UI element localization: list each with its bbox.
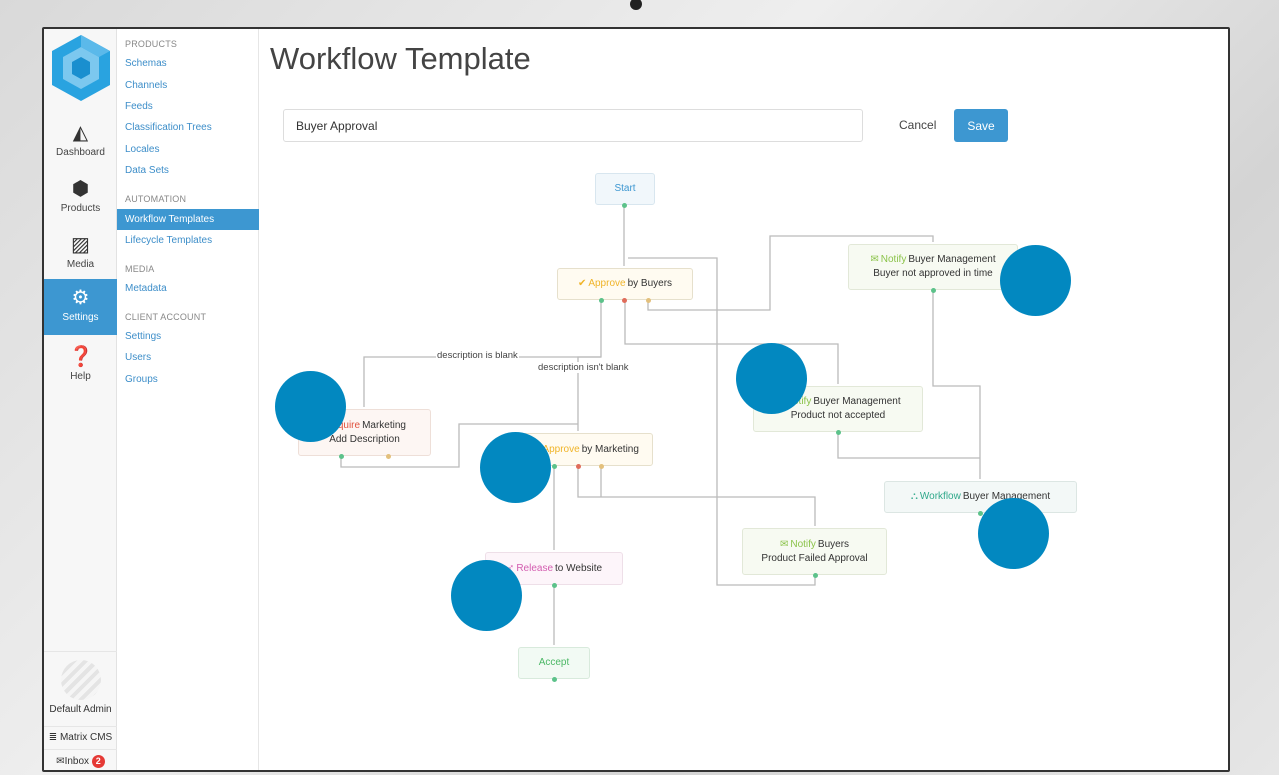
port-require-ok[interactable] bbox=[339, 454, 344, 459]
overlay-circle bbox=[978, 498, 1049, 569]
node-workflow-buyer-mgmt[interactable]: ⛬ Workflow Buyer Management bbox=[884, 481, 1077, 513]
sitemap-icon: ⛬ bbox=[910, 491, 918, 502]
port-approve-buyers-reject[interactable] bbox=[622, 298, 627, 303]
check-icon: ✔ bbox=[577, 278, 587, 289]
overlay-circle bbox=[275, 371, 346, 442]
port-approve-marketing-ok[interactable] bbox=[552, 464, 557, 469]
port-approve-buyers-ok[interactable] bbox=[599, 298, 604, 303]
port-start-out[interactable] bbox=[622, 203, 627, 208]
overlay-circle bbox=[736, 343, 807, 414]
port-notify-time-out[interactable] bbox=[931, 288, 936, 293]
edge-notaccepted-workflow bbox=[837, 432, 980, 459]
port-release-out[interactable] bbox=[552, 583, 557, 588]
port-notify-buyers-out[interactable] bbox=[813, 573, 818, 578]
overlay-circle bbox=[451, 560, 522, 631]
envelope-icon: ✉ bbox=[779, 538, 789, 550]
node-accept[interactable]: Accept bbox=[518, 647, 590, 679]
port-accept-out[interactable] bbox=[552, 677, 557, 682]
node-notify-buyers[interactable]: ✉ Notify Buyers Product Failed Approval bbox=[742, 528, 887, 575]
node-notify-buyer-mgmt-time[interactable]: ✉ Notify Buyer Management Buyer not approve… bbox=[848, 244, 1018, 290]
port-approve-buyers-timeout[interactable] bbox=[646, 298, 651, 303]
overlay-circle bbox=[480, 432, 551, 503]
port-approve-marketing-reject[interactable] bbox=[576, 464, 581, 469]
node-approve-buyers[interactable]: ✔ Approve by Buyers bbox=[557, 268, 693, 300]
edge-reject-marketing bbox=[577, 466, 816, 526]
node-start[interactable]: Start bbox=[595, 173, 655, 205]
condition-label-blank: description is blank bbox=[436, 350, 519, 361]
condition-label-not-blank: description isn't blank bbox=[537, 362, 630, 373]
port-notify-notaccepted-out[interactable] bbox=[836, 430, 841, 435]
workflow-connectors bbox=[340, 205, 981, 645]
edge-time-workflow bbox=[932, 290, 981, 479]
overlay-circle bbox=[1000, 245, 1071, 316]
envelope-icon: ✉ bbox=[870, 254, 879, 265]
port-approve-marketing-timeout[interactable] bbox=[599, 464, 604, 469]
port-require-timeout[interactable] bbox=[386, 454, 391, 459]
